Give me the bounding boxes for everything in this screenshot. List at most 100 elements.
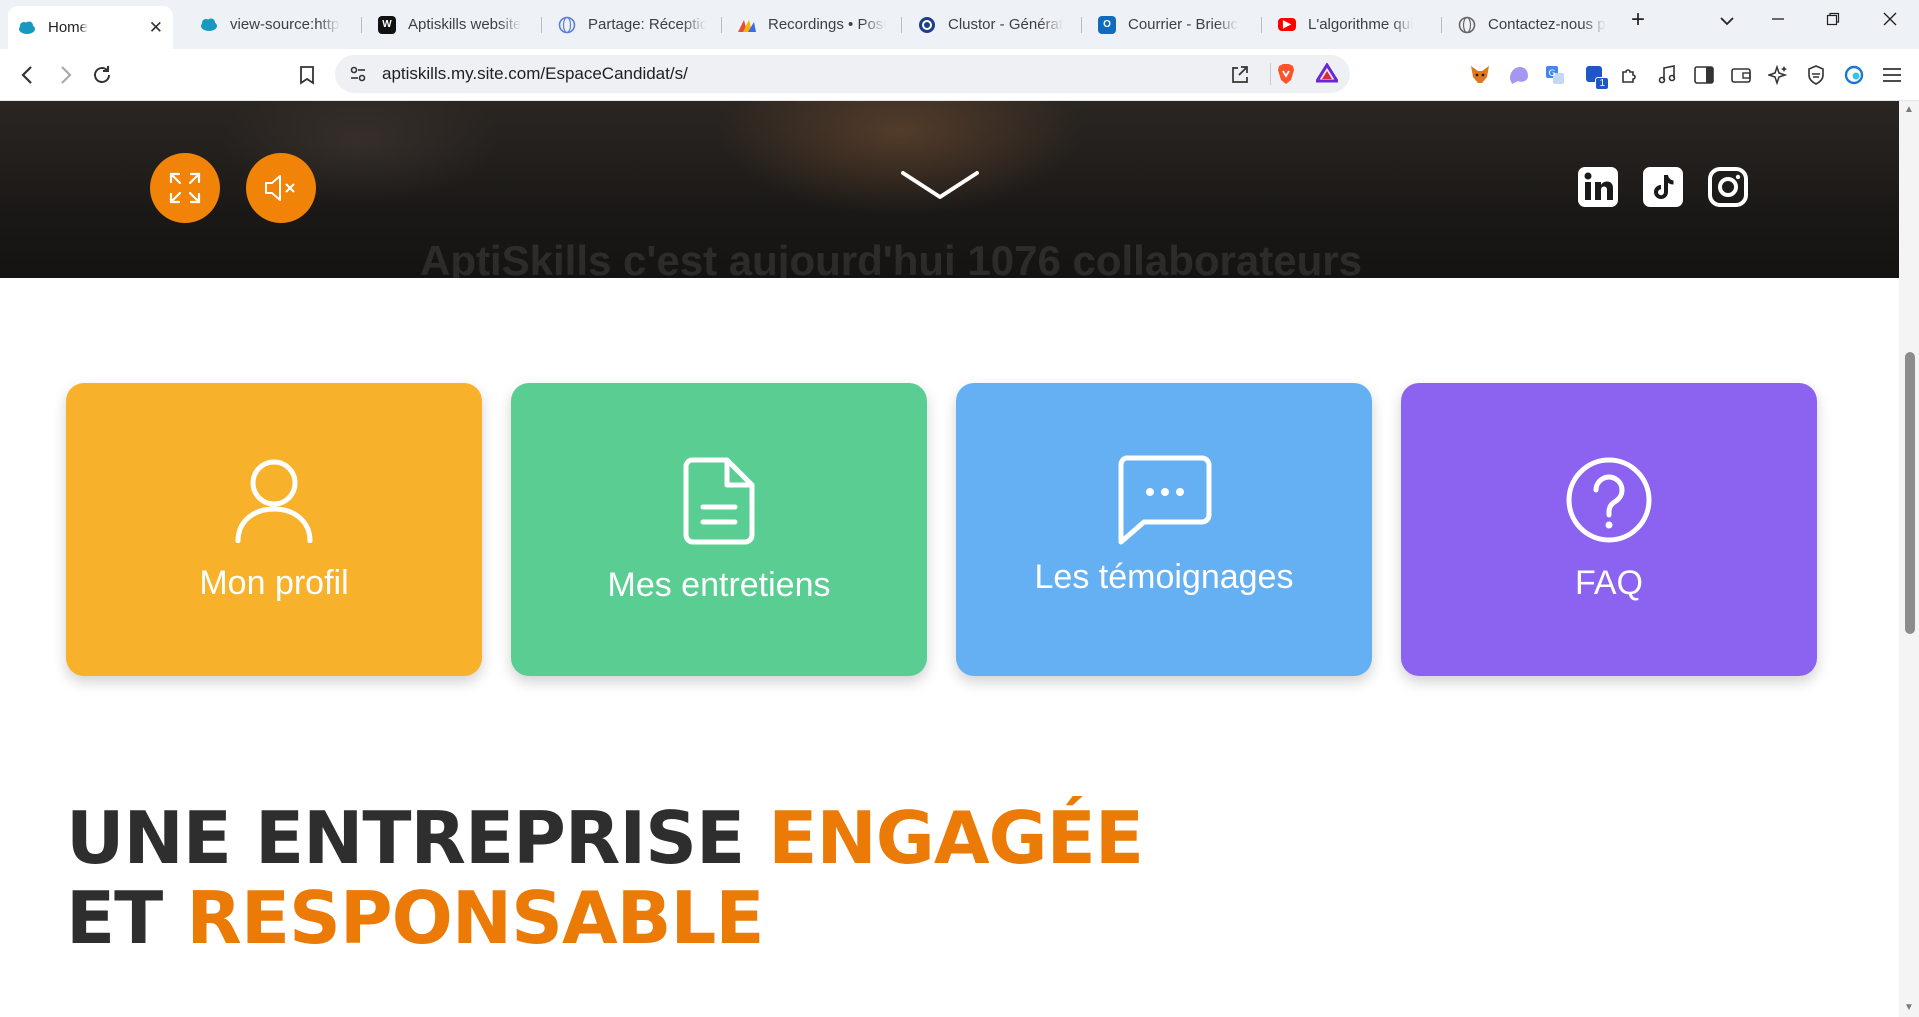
edge-copilot-icon[interactable] xyxy=(1842,63,1866,87)
document-icon xyxy=(683,457,755,545)
new-tab-button[interactable]: + xyxy=(1623,6,1653,34)
tab-separator xyxy=(1081,17,1082,33)
card-label: Mes entretiens xyxy=(607,566,831,604)
menu-icon[interactable] xyxy=(1880,63,1904,87)
question-circle-icon xyxy=(1566,457,1652,543)
scrollbar-thumb[interactable] xyxy=(1905,352,1915,634)
bookmark-icon[interactable] xyxy=(293,61,321,89)
ai-sparkle-icon[interactable] xyxy=(1766,63,1790,87)
card-mon-profil[interactable]: Mon profil xyxy=(66,383,482,676)
card-les-temoignages[interactable]: Les témoignages xyxy=(956,383,1372,676)
extensions-puzzle-icon[interactable] xyxy=(1618,63,1642,87)
brave-shield-icon[interactable] xyxy=(1276,63,1296,90)
browser-toolbar: aptiskills.my.site.com/EspaceCandidat/s/… xyxy=(0,49,1919,101)
media-music-icon[interactable] xyxy=(1655,63,1679,87)
translate-icon[interactable]: G xyxy=(1543,63,1567,87)
sidebar-icon[interactable] xyxy=(1692,63,1716,87)
tab-youtube[interactable]: ▶ L'algorithme qui xyxy=(1268,6,1436,43)
fullscreen-button[interactable] xyxy=(150,153,220,223)
extension-badge-count: 1 xyxy=(1595,77,1609,90)
close-window-icon[interactable] xyxy=(1875,10,1905,31)
scroll-down-chevron-icon[interactable] xyxy=(900,169,980,208)
card-label: Mon profil xyxy=(199,564,349,602)
user-icon xyxy=(235,459,313,543)
tab-title: view-source:https xyxy=(230,16,340,33)
youtube-icon: ▶ xyxy=(1278,18,1296,31)
headline-accent-text: ENGAGÉE xyxy=(768,796,1144,880)
salesforce-cloud-icon xyxy=(18,19,36,37)
salesforce-cloud-icon xyxy=(200,16,218,34)
ghost-extension-icon[interactable] xyxy=(1507,63,1531,87)
recordings-icon xyxy=(738,16,756,34)
hero-video-banner: AptiSkills c'est aujourd'hui 1076 collab… xyxy=(0,101,1899,284)
headline-line-1: UNE ENTREPRISE ENGAGÉE xyxy=(66,796,1144,880)
share-icon[interactable] xyxy=(1230,64,1250,89)
hero-caption: AptiSkills c'est aujourd'hui 1076 collab… xyxy=(420,237,1362,284)
card-label: Les témoignages xyxy=(1034,558,1294,596)
tab-list-chevron-icon[interactable] xyxy=(1712,10,1742,31)
outlook-icon: O xyxy=(1098,15,1116,34)
chat-bubble-icon xyxy=(1118,455,1212,545)
forward-icon[interactable] xyxy=(52,61,80,89)
vpn-shield-icon[interactable] xyxy=(1804,63,1828,87)
tab-partage[interactable]: Partage: Réception xyxy=(548,6,716,43)
card-mes-entretiens[interactable]: Mes entretiens xyxy=(511,383,927,676)
volume-muted-icon xyxy=(265,175,295,201)
address-bar[interactable]: aptiskills.my.site.com/EspaceCandidat/s/ xyxy=(335,55,1350,93)
globe-icon xyxy=(558,16,576,34)
tab-view-source[interactable]: view-source:https xyxy=(190,6,350,43)
headline-line-2: ET RESPONSABLE xyxy=(66,878,1143,958)
metamask-icon[interactable] xyxy=(1468,63,1492,87)
tab-title: Contactez-nous p xyxy=(1488,16,1606,33)
url-text: aptiskills.my.site.com/EspaceCandidat/s/ xyxy=(382,64,688,83)
mute-button[interactable] xyxy=(246,153,316,223)
tab-contactez-nous[interactable]: Contactez-nous p xyxy=(1448,6,1616,43)
minimize-icon[interactable] xyxy=(1763,10,1793,31)
headline-accent-text: RESPONSABLE xyxy=(186,876,764,960)
clustor-icon xyxy=(918,16,936,34)
tab-separator xyxy=(1441,17,1442,33)
restore-icon[interactable] xyxy=(1818,10,1848,31)
scroll-down-arrow-icon[interactable]: ▼ xyxy=(1904,1003,1914,1013)
close-tab-icon[interactable]: ✕ xyxy=(143,18,163,38)
extension-badge-icon[interactable]: 1 xyxy=(1583,63,1609,90)
tab-title: Clustor - Générat xyxy=(948,16,1064,33)
url-separator xyxy=(1270,63,1271,85)
section-headline: UNE ENTREPRISE ENGAGÉE ET RESPONSABLE xyxy=(66,796,1144,958)
page-content: AptiSkills c'est aujourd'hui 1076 collab… xyxy=(0,101,1899,1017)
svg-text:G: G xyxy=(1549,69,1556,79)
headline-dark-text: UNE ENTREPRISE xyxy=(66,796,745,880)
card-faq[interactable]: FAQ xyxy=(1401,383,1817,676)
tab-home[interactable]: Home ✕ xyxy=(8,6,173,49)
back-icon[interactable] xyxy=(13,61,41,89)
linkedin-icon[interactable] xyxy=(1578,167,1618,207)
tab-title: Aptiskills website xyxy=(408,16,522,33)
scroll-up-arrow-icon[interactable]: ▲ xyxy=(1904,105,1914,115)
tab-separator xyxy=(721,17,722,33)
tab-title: L'algorithme qui xyxy=(1308,16,1414,33)
site-settings-icon[interactable] xyxy=(349,65,367,88)
tab-recordings[interactable]: Recordings • Post xyxy=(728,6,896,43)
tab-title: Home xyxy=(48,19,89,36)
reload-icon[interactable] xyxy=(88,61,116,89)
tab-separator xyxy=(541,17,542,33)
expand-arrows-icon xyxy=(169,172,201,204)
tab-strip: Home ✕ view-source:https W Aptiskills we… xyxy=(0,0,1919,49)
tab-clustor[interactable]: Clustor - Générat xyxy=(908,6,1076,43)
tab-separator xyxy=(361,17,362,33)
headline-dark-text: ET xyxy=(66,876,163,960)
instagram-icon[interactable] xyxy=(1708,167,1748,207)
wallet-icon[interactable] xyxy=(1729,63,1753,87)
tab-separator xyxy=(1261,17,1262,33)
tab-title: Partage: Réception xyxy=(588,16,706,33)
tab-courrier[interactable]: O Courrier - Brieuc xyxy=(1088,6,1256,43)
tab-aptiskills-website[interactable]: W Aptiskills website xyxy=(368,6,536,43)
globe-icon xyxy=(1458,16,1476,34)
brave-rewards-icon[interactable] xyxy=(1314,62,1340,88)
webflow-icon: W xyxy=(378,15,396,34)
tab-separator xyxy=(901,17,902,33)
card-label: FAQ xyxy=(1574,564,1644,602)
tiktok-icon[interactable] xyxy=(1643,167,1683,207)
tab-title: Recordings • Post xyxy=(768,16,886,33)
tab-title: Courrier - Brieuc xyxy=(1128,16,1239,33)
